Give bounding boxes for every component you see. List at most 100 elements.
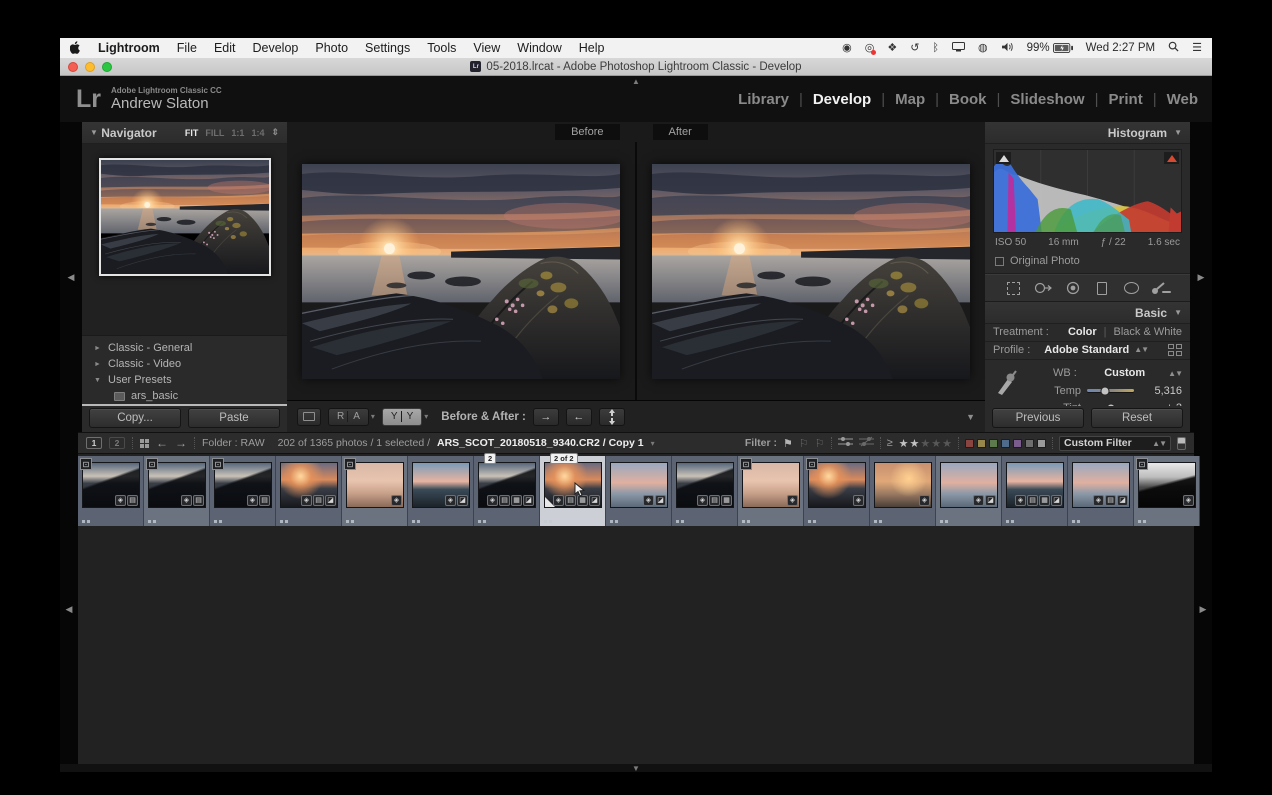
copy-before-to-after-button[interactable]: → [533, 408, 559, 426]
adjustment-brush-tool-icon[interactable] [1150, 278, 1172, 298]
settings-badge-icon[interactable]: ◈ [247, 495, 258, 506]
collection-badge-icon[interactable]: ▦ [721, 495, 732, 506]
graduated-filter-tool-icon[interactable] [1091, 278, 1113, 298]
crop-badge-icon[interactable]: ◪ [655, 495, 666, 506]
wb-select-caret-icon[interactable]: ▲▼ [1168, 369, 1182, 378]
unflagged-filter-icon[interactable]: ⚐ [799, 437, 809, 450]
red-eye-tool-icon[interactable] [1062, 278, 1084, 298]
filmstrip-thumbnail-6[interactable]: ◈◪ [408, 456, 474, 526]
grid-view-icon[interactable] [140, 439, 149, 448]
keywords-badge-icon[interactable]: ▤ [127, 495, 138, 506]
shadow-clipping-indicator[interactable] [996, 152, 1011, 164]
filmstrip-thumbnail-7[interactable]: ◈▤▦◪2 [474, 456, 540, 526]
filmstrip-scroll-right-arrow[interactable]: ▶ [1200, 604, 1207, 615]
show-top-panel-arrow[interactable]: ▲ [632, 77, 640, 86]
before-after-view-button[interactable]: YY [382, 408, 422, 426]
swap-before-after-button[interactable] [599, 408, 625, 426]
crop-badge-icon[interactable]: ◪ [457, 495, 468, 506]
thumbnail-photo[interactable]: ◈▤◪ [280, 462, 338, 508]
crop-badge-icon[interactable]: ◪ [325, 495, 336, 506]
filmstrip-scroll-left-arrow[interactable]: ◀ [66, 604, 73, 615]
copy-after-to-before-button[interactable]: ← [566, 408, 592, 426]
crop-badge-icon[interactable]: ◪ [1051, 495, 1062, 506]
notification-center-icon[interactable]: ☰ [1192, 43, 1202, 54]
navigator-preview-image[interactable] [99, 158, 271, 276]
hide-filmstrip-arrow[interactable]: ▼ [632, 764, 640, 773]
crop-badge-icon[interactable]: ◪ [589, 495, 600, 506]
settings-badge-icon[interactable]: ◈ [697, 495, 708, 506]
flagged-filter-icon[interactable]: ⚑ [783, 437, 793, 450]
thumbnail-photo[interactable]: ◈▤▦ [676, 462, 734, 508]
collection-badge-icon[interactable]: ▦ [1039, 495, 1050, 506]
zoom-mode-fill[interactable]: FILL [205, 128, 224, 138]
settings-badge-icon[interactable]: ◈ [1183, 495, 1194, 506]
module-web[interactable]: Web [1167, 91, 1198, 108]
filmstrip-thumbnail-10[interactable]: ◈▤▦ [672, 456, 738, 526]
camera-status-icon[interactable]: ◎ [865, 43, 875, 54]
settings-badge-icon[interactable]: ◈ [301, 495, 312, 506]
settings-badge-icon[interactable]: ◈ [115, 495, 126, 506]
filter-toggle-switch[interactable] [1177, 437, 1186, 450]
filmstrip-thumbnail-5[interactable]: ◈⊡ [342, 456, 408, 526]
file-info-caret-icon[interactable]: ▾ [651, 439, 655, 448]
hide-left-panel-arrow[interactable]: ◀ [68, 272, 75, 283]
zoom-mode-1-4[interactable]: 1:4 [251, 128, 264, 138]
menu-help[interactable]: Help [579, 41, 605, 55]
preset-group-user-presets[interactable]: ▼User Presets [82, 372, 287, 388]
settings-badge-icon[interactable]: ◈ [487, 495, 498, 506]
thumbnail-photo[interactable]: ◈◪ [610, 462, 668, 508]
treatment-color-option[interactable]: Color [1068, 326, 1097, 338]
settings-badge-icon[interactable]: ◈ [919, 495, 930, 506]
before-image[interactable] [302, 164, 620, 379]
apple-menu-icon[interactable] [70, 41, 81, 56]
menu-bar-clock[interactable]: Wed 2:27 PM [1086, 42, 1155, 54]
settings-badge-icon[interactable]: ◈ [853, 495, 864, 506]
before-after-view-caret-icon[interactable]: ▾ [424, 412, 428, 421]
star-filter-5[interactable]: ★ [942, 437, 952, 450]
volume-icon[interactable] [1001, 42, 1014, 55]
treatment-bw-option[interactable]: Black & White [1114, 326, 1182, 338]
toolbar-options-caret-icon[interactable]: ▼ [966, 412, 975, 422]
color-label-filter-3[interactable] [989, 439, 998, 448]
current-file-info[interactable]: ARS_SCOT_20180518_9340.CR2 / Copy 1 [437, 437, 644, 449]
preset-group-classic-video[interactable]: ►Classic - Video [82, 356, 287, 372]
color-label-filter-1[interactable] [965, 439, 974, 448]
menu-view[interactable]: View [473, 41, 500, 55]
group-disclosure-icon[interactable]: ► [94, 361, 102, 368]
slider-thumb[interactable] [1100, 386, 1109, 395]
original-photo-checkbox[interactable] [995, 257, 1004, 266]
module-develop[interactable]: Develop [813, 91, 871, 108]
crop-badge-icon[interactable]: ◪ [523, 495, 534, 506]
edited-filter-icon[interactable] [838, 436, 853, 450]
module-slideshow[interactable]: Slideshow [1010, 91, 1084, 108]
stack-badge[interactable]: 2 of 2 [550, 453, 578, 464]
settings-badge-icon[interactable]: ◈ [391, 495, 402, 506]
reset-button[interactable]: Reset [1091, 408, 1183, 428]
settings-badge-icon[interactable]: ◈ [643, 495, 654, 506]
thumbnail-photo[interactable]: ◈▤▦◪ [544, 462, 602, 508]
filmstrip-thumbnail-11[interactable]: ◈⊡ [738, 456, 804, 526]
module-map[interactable]: Map [895, 91, 925, 108]
crop-badge-icon[interactable]: ◪ [985, 495, 996, 506]
second-window-button[interactable]: 2 [109, 437, 125, 449]
copy-button[interactable]: Copy... [89, 408, 181, 428]
menu-edit[interactable]: Edit [214, 41, 236, 55]
folder-source-label[interactable]: Folder : RAW [202, 437, 265, 449]
hide-right-panel-arrow[interactable]: ▶ [1198, 272, 1205, 283]
module-book[interactable]: Book [949, 91, 987, 108]
thumbnail-photo[interactable]: ◈▤◪ [1072, 462, 1130, 508]
crop-tool-icon[interactable] [1003, 278, 1025, 298]
time-machine-icon[interactable]: ↺ [910, 43, 919, 54]
filmstrip-thumbnail-3[interactable]: ◈▤⊡ [210, 456, 276, 526]
star-filter-2[interactable]: ★ [910, 437, 920, 450]
star-filter-operator[interactable]: ≥ [887, 437, 893, 449]
menu-file[interactable]: File [177, 41, 197, 55]
group-disclosure-icon[interactable]: ► [94, 345, 102, 352]
network-status-icon[interactable]: ◍ [978, 43, 988, 54]
settings-badge-icon[interactable]: ◈ [553, 495, 564, 506]
histogram-graph[interactable] [993, 149, 1182, 233]
zoom-mode-fit[interactable]: FIT [185, 128, 199, 138]
main-window-button[interactable]: 1 [86, 437, 102, 449]
settings-badge-icon[interactable]: ◈ [973, 495, 984, 506]
star-filter-3[interactable]: ★ [920, 437, 930, 450]
